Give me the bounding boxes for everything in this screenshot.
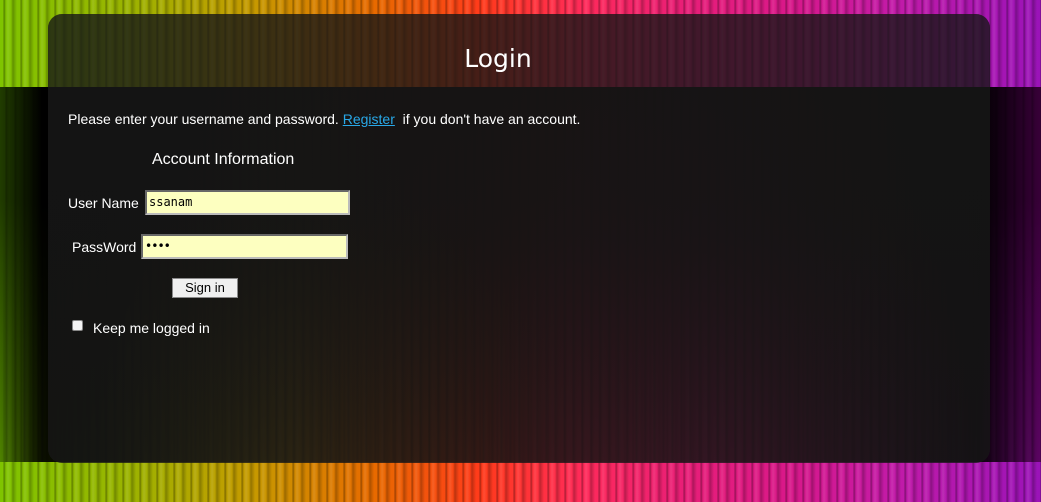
login-panel-body [48, 87, 990, 463]
password-input[interactable]: •••• [141, 234, 348, 259]
page-title: Login [464, 44, 532, 73]
username-input[interactable]: ssanam [145, 190, 350, 215]
username-label: User Name [68, 195, 139, 211]
account-information-heading: Account Information [152, 151, 295, 168]
password-label: PassWord [72, 239, 137, 255]
intro-text-after: if you don't have an account. [394, 111, 581, 127]
keep-logged-in-checkbox[interactable] [72, 320, 83, 331]
intro-text: Please enter your username and password.… [68, 111, 580, 127]
intro-text-before: Please enter your username and password. [68, 111, 343, 127]
keep-logged-in-label[interactable]: Keep me logged in [93, 320, 210, 336]
register-link[interactable]: Register [343, 111, 395, 127]
sign-in-button[interactable]: Sign in [172, 278, 238, 298]
